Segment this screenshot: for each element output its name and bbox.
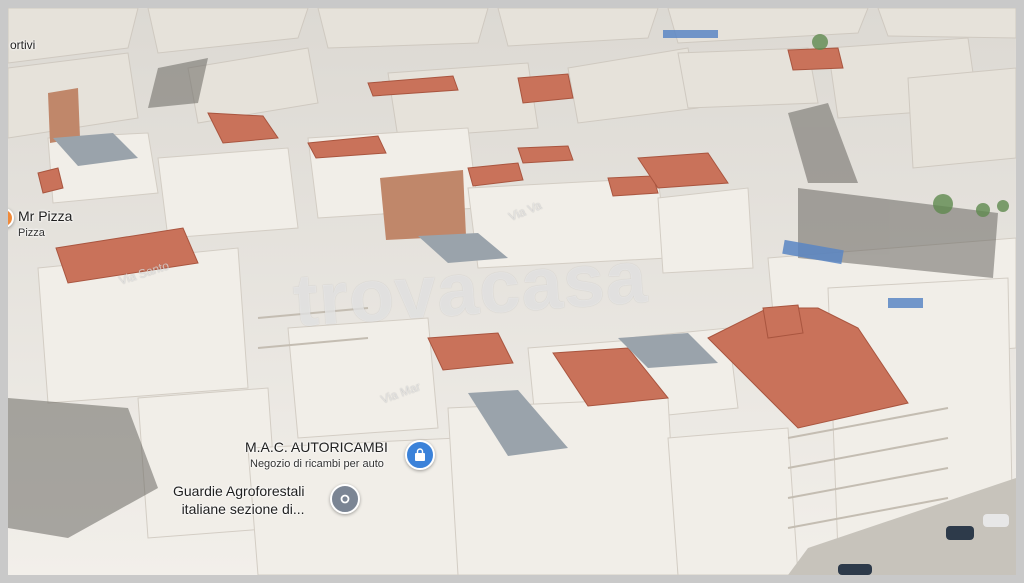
place-name[interactable]: M.A.C. AUTORICAMBI [245,439,388,455]
aerial-3d-map[interactable]: trovacasa Via Santo Via Va Via Mar ortiv… [0,0,1024,583]
place-name[interactable]: Mr Pizza [18,208,72,224]
place-name[interactable]: Guardie Agroforestali italiane sezione di… [173,482,305,518]
shopping-bag-icon [415,448,425,461]
place-category: Negozio di ricambi per auto [250,458,384,470]
place-category: Pizza [18,227,45,239]
place-pin-icon[interactable] [330,484,360,514]
edge-place-label[interactable]: ortivi [10,38,35,52]
aerial-view-frame[interactable]: trovacasa Via Santo Via Va Via Mar ortiv… [8,8,1016,575]
shopping-bag-pin-icon[interactable] [405,440,435,470]
location-icon [340,494,350,504]
